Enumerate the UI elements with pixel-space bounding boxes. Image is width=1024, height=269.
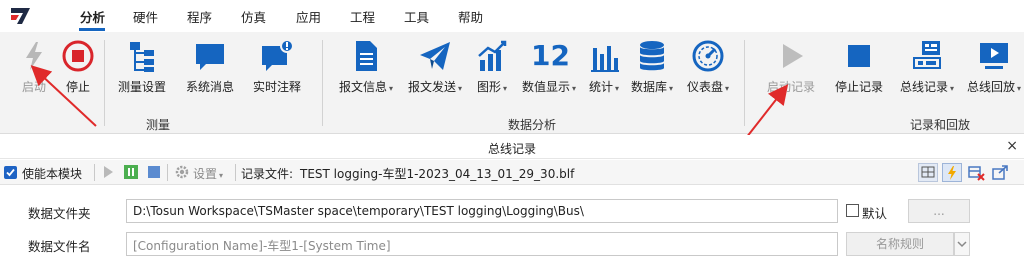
group-label-record-replay: 记录和回放 [910, 118, 971, 132]
panel-toolbar: 使能本模块 设置 ▾ 记录文件: TEST logging-车型1-2023_04… [0, 160, 1024, 185]
menu-help[interactable]: 帮助 [458, 7, 483, 26]
bus-record-button[interactable]: 总线记录 ▾ [896, 32, 958, 102]
numeric-12-icon: 12 [531, 39, 570, 72]
pause-icon[interactable] [123, 164, 139, 180]
note-bubble-icon [262, 39, 294, 71]
start-record-button[interactable]: 启动记录 [760, 32, 822, 102]
ribbon: 启动 停止 测量设置 系统消息 实时注释 测量 报文信息 ▾ 报文发送 ▾ 图形… [0, 32, 1024, 134]
gauge-label: 仪表盘 ▾ [686, 80, 730, 94]
bar-chart-icon [591, 46, 619, 72]
database-icon [640, 41, 664, 71]
group-label-measurement: 测量 [146, 118, 171, 132]
data-folder-input[interactable]: D:\Tosun Workspace\TSMaster space\tempor… [126, 199, 838, 223]
record-file-name: TEST logging-车型1-2023_04_13_01_29_30.blf [300, 167, 575, 181]
panel-title-bar: 总线记录 × [0, 135, 1024, 159]
start-label: 启动 [21, 80, 46, 94]
export-icon[interactable] [990, 163, 1010, 182]
menu-simulation[interactable]: 仿真 [241, 7, 266, 26]
stop-square-icon [848, 45, 870, 67]
ribbon-separator [744, 40, 745, 126]
grid-view-icon[interactable] [918, 163, 938, 182]
stop-record-button[interactable]: 停止记录 [828, 32, 890, 102]
tsmaster-window: 分析 硬件 程序 仿真 应用 工程 工具 帮助 启动 停止 测量设置 系统消息 … [0, 0, 1024, 269]
message-bubble-icon [196, 44, 224, 70]
clear-log-icon[interactable] [966, 163, 986, 182]
toolbar-separator [235, 164, 236, 181]
panel-title: 总线记录 [487, 142, 536, 156]
message-send-label: 报文发送 ▾ [407, 80, 463, 94]
active-tab-indicator [79, 28, 105, 31]
browse-button[interactable]: ... [908, 199, 970, 223]
numeric-display-button[interactable]: 12 数值显示 ▾ [518, 32, 580, 102]
database-label: 数据库 ▾ [630, 80, 674, 94]
chevron-down-icon [957, 241, 967, 248]
graphics-button[interactable]: 图形 ▾ [472, 32, 512, 102]
menu-application[interactable]: 应用 [296, 7, 321, 26]
settings-dropdown[interactable]: 设置 ▾ [193, 165, 223, 182]
data-folder-label: 数据文件夹 [28, 206, 91, 221]
data-filename-input[interactable]: [Configuration Name]-车型1-[System Time] [126, 232, 838, 256]
enable-module-label: 使能本模块 [22, 167, 83, 181]
message-info-label: 报文信息 ▾ [338, 80, 394, 94]
start-button[interactable]: 启动 [14, 32, 54, 102]
ribbon-separator [104, 40, 105, 126]
play-icon [783, 44, 803, 68]
data-filename-label: 数据文件名 [28, 239, 91, 254]
menu-project[interactable]: 工程 [350, 7, 375, 26]
bus-replay-button[interactable]: 总线回放 ▾ [964, 32, 1024, 102]
database-button[interactable]: 数据库 ▾ [628, 32, 676, 102]
menu-tools[interactable]: 工具 [404, 7, 429, 26]
message-send-button[interactable]: 报文发送 ▾ [404, 32, 466, 102]
menu-bar: 分析 硬件 程序 仿真 应用 工程 工具 帮助 [0, 0, 1024, 32]
stop-record-label: 停止记录 [834, 80, 883, 94]
play-icon[interactable] [100, 164, 116, 180]
menu-hardware[interactable]: 硬件 [133, 7, 158, 26]
measure-setup-label: 测量设置 [117, 80, 166, 94]
toolbar-separator [94, 164, 95, 181]
message-info-button[interactable]: 报文信息 ▾ [336, 32, 396, 102]
gear-icon [175, 165, 189, 179]
graphics-label: 图形 ▾ [476, 80, 508, 94]
close-icon[interactable]: × [1006, 138, 1018, 154]
stop-label: 停止 [65, 80, 90, 94]
gauge-button[interactable]: 仪表盘 ▾ [684, 32, 732, 102]
app-logo-icon [11, 8, 30, 24]
stop-icon[interactable] [146, 164, 162, 180]
lightning-icon [26, 42, 42, 70]
monitor-play-icon [980, 43, 1008, 69]
measure-setup-button[interactable]: 测量设置 [112, 32, 172, 102]
bus-replay-label: 总线回放 ▾ [966, 80, 1022, 94]
toolbar-separator [167, 164, 168, 181]
system-messages-button[interactable]: 系统消息 [180, 32, 240, 102]
document-icon [356, 41, 377, 71]
start-record-label: 启动记录 [766, 80, 815, 94]
stop-icon [62, 40, 94, 72]
gauge-icon [692, 40, 724, 72]
naming-rule-button[interactable]: 名称规则 [846, 232, 954, 256]
tree-structure-icon [130, 42, 154, 72]
statistics-button[interactable]: 统计 ▾ [584, 32, 624, 102]
stop-button[interactable]: 停止 [58, 32, 98, 102]
ribbon-separator [322, 40, 323, 126]
menu-program[interactable]: 程序 [187, 7, 212, 26]
chart-trend-icon [478, 40, 507, 71]
bus-record-icon [913, 41, 941, 69]
menu-analysis[interactable]: 分析 [80, 7, 105, 26]
statistics-label: 统计 ▾ [588, 80, 620, 94]
default-checkbox[interactable] [846, 204, 859, 217]
paper-plane-icon [420, 42, 450, 70]
bus-record-label: 总线记录 ▾ [899, 80, 955, 94]
realtime-notes-button[interactable]: 实时注释 [246, 32, 308, 102]
system-messages-label: 系统消息 [185, 80, 234, 94]
checkmark-icon [6, 168, 15, 177]
record-file-label: 记录文件: [241, 167, 294, 181]
numeric-display-label: 数值显示 ▾ [521, 80, 577, 94]
realtime-notes-label: 实时注释 [252, 80, 301, 94]
enable-module-checkbox[interactable] [4, 166, 17, 179]
group-label-data-analysis: 数据分析 [508, 118, 557, 132]
default-label: 默认 [862, 206, 888, 221]
naming-rule-dropdown[interactable] [954, 232, 970, 256]
lightning-icon[interactable] [942, 163, 962, 182]
